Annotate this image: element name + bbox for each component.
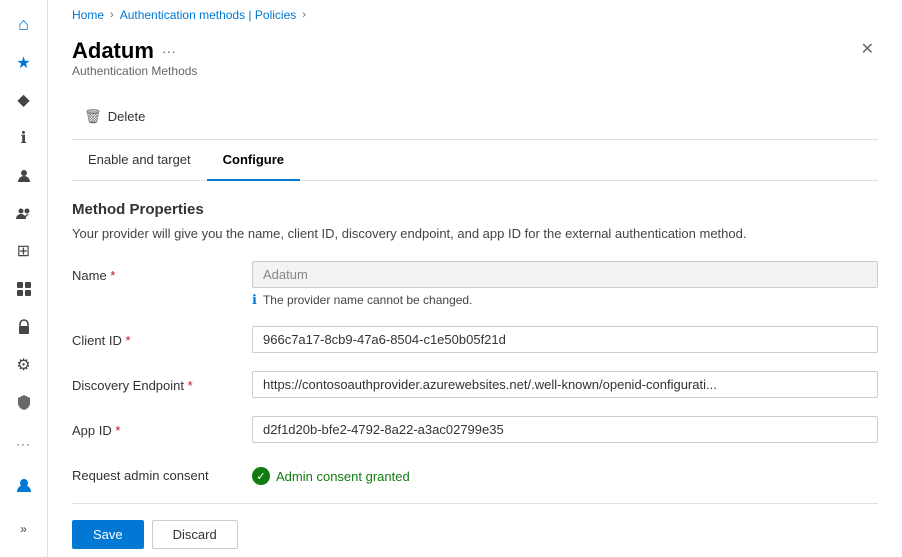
client-id-label: Client ID * (72, 326, 252, 348)
discovery-endpoint-field-wrapper (252, 371, 878, 398)
footer-buttons: Save Discard (72, 503, 878, 549)
section-title: Method Properties (72, 201, 878, 218)
discovery-endpoint-input[interactable] (252, 371, 878, 398)
app-id-required: * (115, 423, 120, 438)
page-menu-button[interactable]: ··· (162, 43, 176, 59)
lock-nav-icon[interactable] (4, 310, 44, 344)
settings-nav-icon[interactable]: ⚙ (4, 348, 44, 382)
breadcrumb-home[interactable]: Home (72, 8, 104, 22)
tab-configure[interactable]: Configure (207, 140, 300, 181)
form-section: Method Properties Your provider will giv… (72, 181, 878, 557)
info-nav-icon[interactable]: ℹ (4, 121, 44, 155)
delete-label: Delete (108, 109, 146, 124)
diamond-icon[interactable]: ◆ (4, 84, 44, 118)
more-nav-icon[interactable]: ··· (4, 427, 44, 461)
consent-granted-label: Admin consent granted (276, 469, 410, 484)
sidebar: ⌂ ★ ◆ ℹ ⊞ ⚙ ··· » (0, 0, 48, 557)
consent-row: Request admin consent ✓ Admin consent gr… (72, 461, 878, 485)
brand-icon[interactable]: ⌂ (4, 8, 44, 42)
save-button[interactable]: Save (72, 520, 144, 549)
client-id-required: * (125, 333, 130, 348)
page-title: Adatum (72, 38, 154, 64)
discovery-required: * (188, 378, 193, 393)
breadcrumb-sep-2: › (302, 9, 306, 21)
page-header: Adatum ··· Authentication Methods ✕ (72, 30, 878, 94)
discard-button[interactable]: Discard (152, 520, 238, 549)
star-icon[interactable]: ★ (4, 46, 44, 80)
breadcrumb-auth-methods[interactable]: Authentication methods | Policies (120, 8, 297, 22)
person-nav-icon[interactable] (4, 159, 44, 193)
section-desc: Your provider will give you the name, cl… (72, 226, 878, 241)
toolbar: 🗑 Delete (72, 94, 878, 140)
user-avatar-icon[interactable] (4, 465, 44, 505)
client-id-input[interactable] (252, 326, 878, 353)
app-id-field-wrapper (252, 416, 878, 443)
consent-label: Request admin consent (72, 461, 252, 483)
name-required: * (110, 268, 115, 283)
info-circle-icon: ℹ (252, 292, 257, 308)
trash-icon: 🗑 (84, 108, 102, 125)
content-area: Adatum ··· Authentication Methods ✕ 🗑 De… (48, 30, 902, 557)
app-id-row: App ID * (72, 416, 878, 443)
breadcrumb: Home › Authentication methods | Policies… (48, 0, 902, 30)
shield-nav-icon[interactable] (4, 386, 44, 420)
name-info-text: The provider name cannot be changed. (263, 293, 472, 307)
name-info-msg: ℹ The provider name cannot be changed. (252, 292, 878, 308)
delete-button[interactable]: 🗑 Delete (72, 102, 157, 131)
discovery-endpoint-label: Discovery Endpoint * (72, 371, 252, 393)
expand-sidebar-icon[interactable]: » (4, 509, 44, 549)
consent-status-wrapper: ✓ Admin consent granted (252, 461, 878, 485)
grid-nav-icon[interactable] (4, 272, 44, 306)
page-subtitle: Authentication Methods (72, 64, 197, 90)
name-field-wrapper: ℹ The provider name cannot be changed. (252, 261, 878, 308)
close-button[interactable]: ✕ (857, 38, 878, 62)
client-id-field-wrapper (252, 326, 878, 353)
name-row: Name * ℹ The provider name cannot be cha… (72, 261, 878, 308)
discovery-endpoint-row: Discovery Endpoint * (72, 371, 878, 398)
main-area: Home › Authentication methods | Policies… (48, 0, 902, 557)
name-input[interactable] (252, 261, 878, 288)
breadcrumb-sep-1: › (110, 9, 114, 21)
tab-enable-target[interactable]: Enable and target (72, 140, 207, 181)
app-id-label: App ID * (72, 416, 252, 438)
group-nav-icon[interactable] (4, 197, 44, 231)
name-label: Name * (72, 261, 252, 283)
app-id-input[interactable] (252, 416, 878, 443)
consent-status: ✓ Admin consent granted (252, 461, 878, 485)
apps-nav-icon[interactable]: ⊞ (4, 235, 44, 269)
check-circle-icon: ✓ (252, 467, 270, 485)
client-id-row: Client ID * (72, 326, 878, 353)
tab-bar: Enable and target Configure (72, 140, 878, 181)
